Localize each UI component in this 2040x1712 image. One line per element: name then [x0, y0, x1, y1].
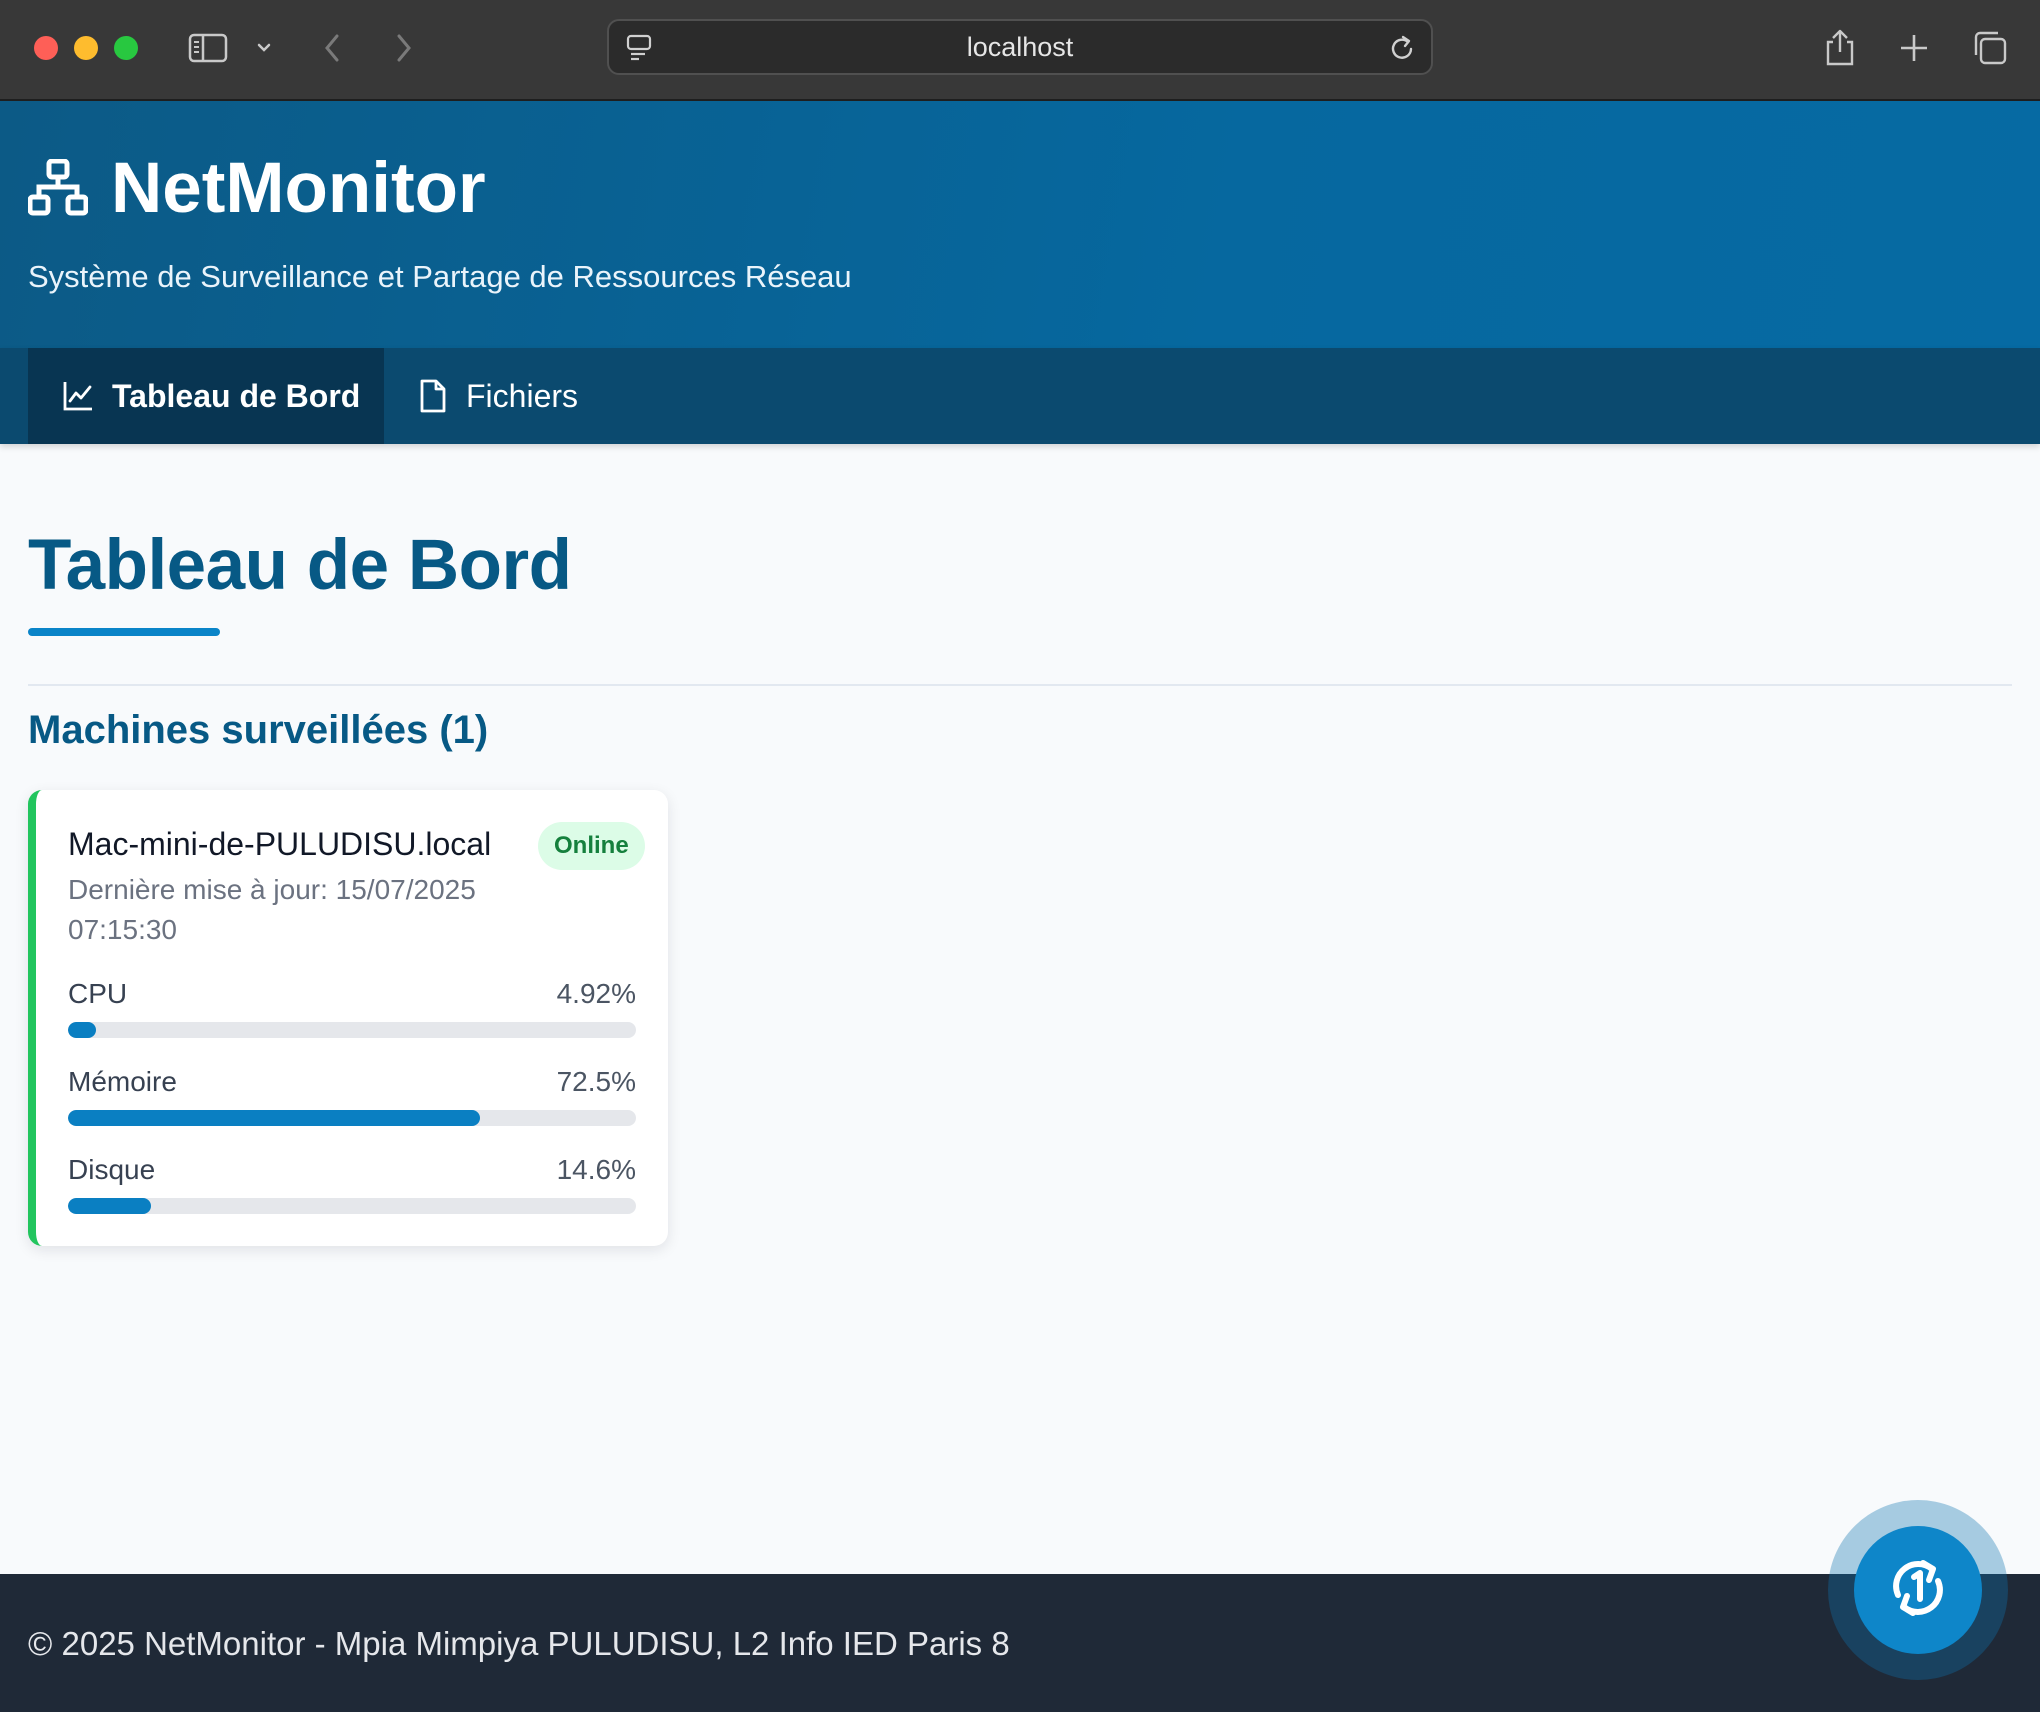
zoom-window-button[interactable]: [114, 36, 138, 60]
machine-card[interactable]: Mac-mini-de-PULUDISU.local Online Derniè…: [28, 790, 668, 1246]
forward-icon[interactable]: [390, 22, 418, 74]
main-nav: Tableau de Bord Fichiers: [0, 348, 2040, 444]
close-window-button[interactable]: [34, 36, 58, 60]
tab-files-label: Fichiers: [466, 377, 579, 414]
memory-label: Mémoire: [68, 1066, 177, 1097]
app-title: NetMonitor: [111, 149, 486, 228]
refresh-button[interactable]: [1854, 1526, 1982, 1654]
cpu-progress: [68, 1022, 636, 1038]
refresh-icon: [1883, 1553, 1953, 1628]
new-tab-icon[interactable]: [1896, 22, 1932, 74]
tab-overview-icon[interactable]: [1970, 22, 2010, 74]
disk-progress: [68, 1198, 636, 1214]
memory-progress: [68, 1110, 636, 1126]
network-icon: [27, 158, 89, 222]
tab-dashboard[interactable]: Tableau de Bord: [28, 348, 384, 444]
chart-line-icon: [62, 380, 94, 412]
cpu-label: CPU: [68, 978, 128, 1009]
section-title: Machines surveillées (1): [28, 708, 489, 752]
sidebar-toggle-icon[interactable]: [186, 22, 230, 74]
disk-value: 14.6%: [556, 1154, 636, 1185]
url-text[interactable]: localhost: [609, 21, 1431, 73]
memory-progress-fill: [68, 1110, 480, 1126]
file-icon: [418, 378, 448, 414]
cpu-value: 4.92%: [556, 978, 636, 1009]
memory-value: 72.5%: [556, 1066, 636, 1097]
disk-progress-fill: [68, 1198, 151, 1214]
share-icon[interactable]: [1822, 22, 1858, 74]
app-footer: © 2025 NetMonitor - Mpia Mimpiya PULUDIS…: [0, 1574, 2040, 1712]
tab-dashboard-label: Tableau de Bord: [112, 377, 361, 414]
minimize-window-button[interactable]: [74, 36, 98, 60]
disk-label: Disque: [68, 1154, 156, 1185]
tab-files[interactable]: Fichiers: [384, 348, 614, 444]
footer-text: © 2025 NetMonitor - Mpia Mimpiya PULUDIS…: [28, 1625, 1010, 1662]
reload-icon[interactable]: [1389, 32, 1417, 67]
title-underline: [28, 628, 220, 636]
back-icon[interactable]: [318, 22, 346, 74]
machine-hostname: Mac-mini-de-PULUDISU.local: [68, 826, 492, 862]
app-header: NetMonitor Système de Surveillance et Pa…: [0, 101, 2040, 348]
divider: [28, 684, 2012, 686]
status-badge: Online: [538, 822, 645, 870]
page-title: Tableau de Bord: [28, 526, 572, 605]
browser-toolbar: localhost: [0, 0, 2040, 101]
address-bar[interactable]: localhost: [607, 19, 1433, 75]
app-subtitle: Système de Surveillance et Partage de Re…: [28, 259, 852, 294]
chevron-down-icon[interactable]: [252, 22, 276, 74]
last-update: Dernière mise à jour: 15/07/2025 07:15:3…: [68, 874, 476, 945]
cpu-progress-fill: [68, 1022, 97, 1038]
